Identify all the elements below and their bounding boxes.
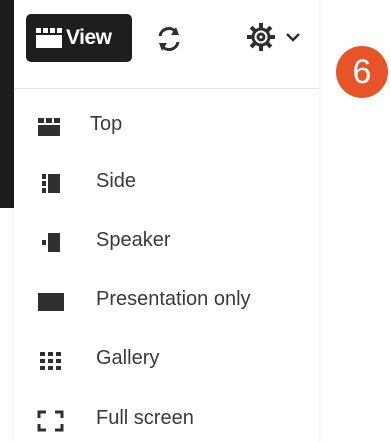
menu-item-label: Speaker [96, 229, 171, 251]
menu-item-side[interactable]: Side [14, 155, 319, 211]
menu-item-presentation-only[interactable]: Presentation only [14, 273, 319, 329]
step-number-badge: 6 [336, 46, 388, 98]
menu-item-top[interactable]: Top [14, 98, 319, 154]
chevron-down-icon[interactable] [284, 28, 302, 46]
view-menu: View Top Side Speaker Presentation only … [14, 0, 319, 442]
menu-item-full-screen[interactable]: Full screen [14, 392, 319, 442]
menu-item-label: Top [90, 113, 123, 135]
menu-toolbar: View [14, 0, 319, 89]
gear-icon[interactable] [246, 22, 276, 52]
view-button[interactable]: View [26, 14, 132, 62]
menu-item-speaker[interactable]: Speaker [14, 214, 319, 270]
menu-item-gallery[interactable]: Gallery [14, 332, 319, 388]
layout-speaker-icon [42, 233, 60, 252]
menu-item-label: Presentation only [96, 288, 251, 310]
menu-item-label: Side [96, 170, 137, 192]
view-button-label: View [66, 26, 112, 49]
layout-side-icon [42, 174, 60, 193]
swap-icon[interactable] [154, 24, 184, 54]
grid-layout-icon [36, 28, 62, 48]
menu-item-label: Gallery [96, 347, 160, 369]
presentation-icon [38, 293, 64, 311]
layout-top-icon [38, 118, 60, 136]
menu-item-label: Full screen [96, 407, 194, 429]
gallery-icon [40, 352, 61, 370]
fullscreen-icon [37, 410, 64, 432]
stage: View Top Side Speaker Presentation only … [0, 0, 391, 442]
